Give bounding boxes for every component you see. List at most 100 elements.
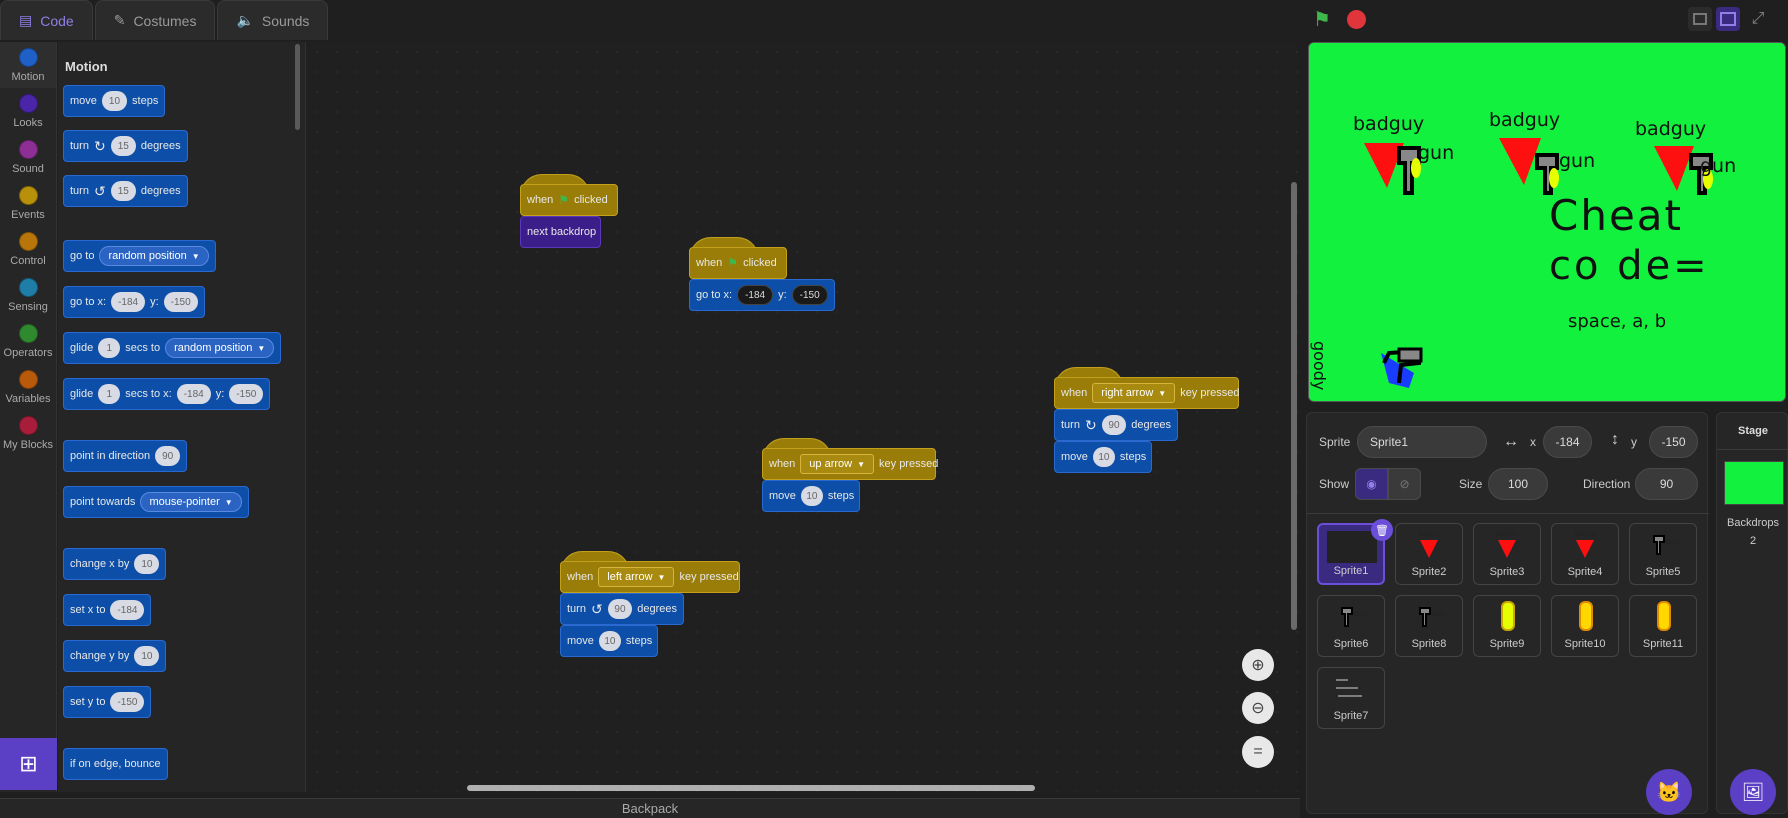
category-sound[interactable]: Sound — [0, 134, 56, 180]
y-input[interactable]: 10 — [134, 646, 160, 666]
move-block[interactable]: move 10 steps — [560, 625, 658, 657]
block-bounce[interactable]: if on edge, bounce — [63, 748, 168, 780]
script-left-arrow[interactable]: when left arrow ▼ key pressed turn ↺ 90 degree… — [560, 551, 740, 657]
y-input[interactable]: -150 — [163, 292, 198, 312]
stop-button[interactable] — [1344, 7, 1368, 31]
fullscreen-button[interactable]: ⤢ — [1746, 7, 1770, 31]
steps-input[interactable]: 10 — [1092, 447, 1115, 467]
block-change-y[interactable]: change y by 10 — [63, 640, 167, 672]
category-sensing[interactable]: Sensing — [0, 272, 56, 318]
script-horizontal-scrollbar[interactable] — [467, 785, 1035, 791]
palette-scrollbar[interactable] — [295, 44, 300, 130]
block-move[interactable]: move 10 steps — [63, 85, 166, 117]
sprite-thumb-sprite9[interactable]: Sprite9 — [1473, 595, 1541, 657]
key-dropdown[interactable]: right arrow ▼ — [1092, 383, 1176, 403]
when-key-pressed-block[interactable]: when left arrow ▼ key pressed — [560, 561, 740, 593]
sprite-thumb-sprite10[interactable]: Sprite10 — [1551, 595, 1619, 657]
block-go-to-xy[interactable]: go to x: -184 y: -150 — [63, 286, 205, 318]
zoom-out-button[interactable]: ⊖ — [1242, 692, 1274, 724]
degrees-input[interactable]: 90 — [607, 599, 633, 619]
sprite-thumb-sprite8[interactable]: gun Sprite8 — [1395, 595, 1463, 657]
when-flag-clicked-block[interactable]: when ⚑ clicked — [689, 247, 787, 279]
degrees-input[interactable]: 15 — [110, 136, 136, 156]
category-variables[interactable]: Variables — [0, 364, 56, 410]
sprite-thumb-sprite4[interactable]: badguy Sprite4 — [1551, 523, 1619, 585]
script-up-arrow[interactable]: when up arrow ▼ key pressed move 10 steps — [762, 438, 938, 512]
turn-block[interactable]: turn ↻ 90 degrees — [1054, 409, 1178, 441]
sprite-name-input[interactable]: Sprite1 — [1357, 426, 1487, 458]
choose-backdrop-button[interactable]: 🖼 — [1730, 769, 1776, 815]
secs-input[interactable]: 1 — [98, 338, 121, 358]
zoom-in-button[interactable]: ⊕ — [1242, 649, 1274, 681]
tab-costumes[interactable]: ✎ Costumes — [94, 0, 216, 40]
small-stage-button[interactable] — [1688, 7, 1712, 31]
size-input[interactable]: 100 — [1488, 468, 1548, 500]
y-input[interactable]: -150 — [110, 692, 145, 712]
zoom-reset-button[interactable]: = — [1242, 736, 1274, 768]
block-set-x[interactable]: set x to -184 — [63, 594, 152, 626]
tab-code[interactable]: ▤ Code — [0, 0, 93, 40]
script-vertical-scrollbar[interactable] — [1291, 182, 1297, 630]
block-turn-left[interactable]: turn ↺ 15 degrees — [63, 175, 188, 207]
y-position-input[interactable]: -150 — [1649, 426, 1698, 458]
direction-input[interactable]: 90 — [155, 446, 181, 466]
degrees-input[interactable]: 15 — [110, 181, 136, 201]
move-block[interactable]: move 10 steps — [1054, 441, 1152, 473]
category-motion[interactable]: Motion — [0, 42, 56, 88]
steps-input[interactable]: 10 — [101, 91, 128, 111]
y-input[interactable]: -150 — [791, 285, 828, 305]
when-key-pressed-block[interactable]: when up arrow ▼ key pressed — [762, 448, 938, 480]
sprite-thumb-sprite2[interactable]: badguy Sprite2 — [1395, 523, 1463, 585]
sprite-thumb-sprite6[interactable]: gun Sprite6 — [1317, 595, 1385, 657]
turn-block[interactable]: turn ↺ 90 degrees — [560, 593, 684, 625]
category-operators[interactable]: Operators — [0, 318, 56, 364]
target-dropdown[interactable]: mouse-pointer ▼ — [140, 492, 242, 512]
degrees-input[interactable]: 90 — [1101, 415, 1127, 435]
sprite-thumb-sprite7[interactable]: Sprite7 — [1317, 667, 1385, 729]
choose-sprite-button[interactable]: 🐱 — [1646, 769, 1692, 815]
x-input[interactable]: -184 — [737, 285, 774, 305]
x-position-input[interactable]: -184 — [1543, 426, 1592, 458]
direction-input[interactable]: 90 — [1635, 468, 1698, 500]
category-looks[interactable]: Looks — [0, 88, 56, 134]
block-set-y[interactable]: set y to -150 — [63, 686, 152, 718]
sprite-thumb-sprite3[interactable]: badguy Sprite3 — [1473, 523, 1541, 585]
target-dropdown[interactable]: random position ▼ — [165, 338, 275, 358]
target-dropdown[interactable]: random position ▼ — [99, 246, 209, 266]
y-input[interactable]: -150 — [229, 384, 264, 404]
category-control[interactable]: Control — [0, 226, 56, 272]
sprite-thumb-sprite1[interactable]: 🗑 Sprite1 — [1317, 519, 1393, 585]
block-turn-right[interactable]: turn ↻ 15 degrees — [63, 130, 188, 162]
category-events[interactable]: Events — [0, 180, 56, 226]
when-flag-clicked-block[interactable]: when ⚑ clicked — [520, 184, 618, 216]
steps-input[interactable]: 10 — [598, 631, 621, 651]
normal-stage-button[interactable] — [1716, 7, 1740, 31]
x-input[interactable]: -184 — [110, 600, 145, 620]
stage-canvas[interactable]: badguy gun badguy gun badguy gun Cheat c… — [1308, 42, 1786, 402]
backpack[interactable]: Backpack — [0, 798, 1300, 818]
x-input[interactable]: -184 — [111, 292, 146, 312]
delete-sprite-button[interactable]: 🗑 — [1371, 519, 1393, 541]
when-key-pressed-block[interactable]: when right arrow ▼ key pressed — [1054, 377, 1240, 409]
tab-sounds[interactable]: 🔈 Sounds — [217, 0, 329, 40]
block-glide-xy[interactable]: glide 1 secs to x: -184 y: -150 — [63, 378, 271, 410]
block-point-towards[interactable]: point towards mouse-pointer ▼ — [63, 486, 249, 518]
block-change-x[interactable]: change x by 10 — [63, 548, 167, 580]
script-flag-backdrop[interactable]: when ⚑ clicked next backdrop — [520, 174, 618, 248]
move-block[interactable]: move 10 steps — [762, 480, 860, 512]
script-flag-goto[interactable]: when ⚑ clicked go to x: -184 y: -150 — [689, 237, 835, 311]
script-area[interactable]: when ⚑ clicked next backdrop when ⚑ clicked … — [307, 42, 1298, 792]
steps-input[interactable]: 10 — [800, 486, 823, 506]
go-to-xy-block[interactable]: go to x: -184 y: -150 — [689, 279, 835, 311]
block-glide[interactable]: glide 1 secs to random position ▼ — [63, 332, 282, 364]
green-flag-button[interactable]: ⚑ — [1310, 7, 1334, 31]
show-visible-button[interactable]: ◉ — [1355, 468, 1388, 500]
secs-input[interactable]: 1 — [98, 384, 121, 404]
script-right-arrow[interactable]: when right arrow ▼ key pressed turn ↻ 90 degre… — [1054, 367, 1240, 473]
x-input[interactable]: 10 — [134, 554, 160, 574]
add-extension-button[interactable]: ⊞ — [0, 738, 57, 790]
key-dropdown[interactable]: left arrow ▼ — [598, 567, 675, 587]
show-hidden-button[interactable]: ⊘ — [1388, 468, 1421, 500]
x-input[interactable]: -184 — [176, 384, 211, 404]
next-backdrop-block[interactable]: next backdrop — [520, 216, 601, 248]
